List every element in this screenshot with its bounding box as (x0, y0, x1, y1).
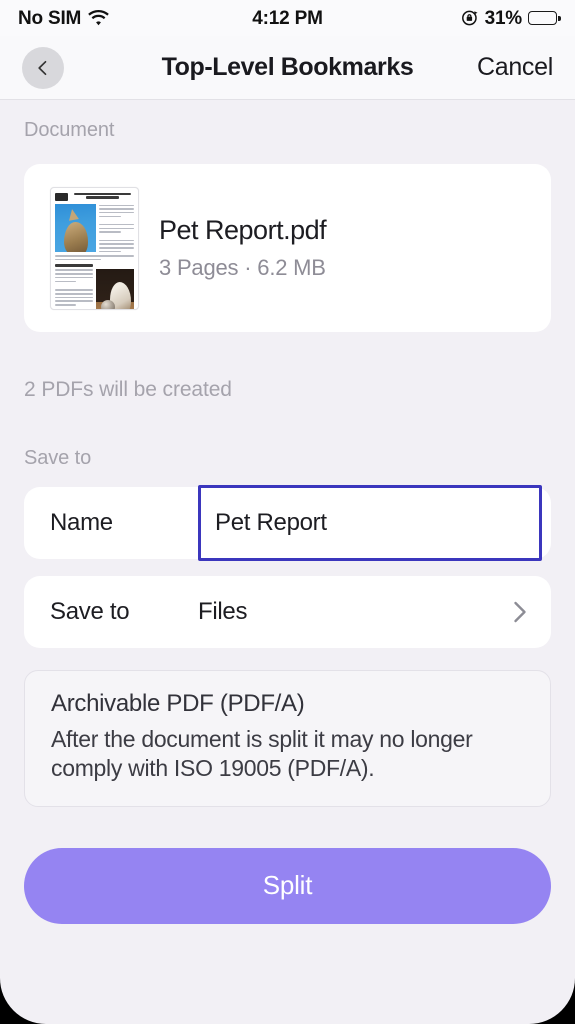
info-box-text: After the document is split it may no lo… (51, 726, 473, 782)
carrier-label: No SIM (18, 7, 82, 29)
split-button[interactable]: Split (24, 847, 551, 924)
document-card[interactable]: Pet Report.pdf 3 Pages · 6.2 MB (24, 164, 551, 332)
status-bar: No SIM 4:12 PM 31% (0, 0, 575, 36)
rotation-lock-icon (461, 9, 479, 27)
name-row: Name (24, 485, 551, 561)
document-file-name: Pet Report.pdf (159, 215, 327, 245)
main-content: Document Pet Report.pdf 3 Pages · 6.2 MB… (0, 101, 575, 1024)
document-section-label: Document (24, 119, 115, 141)
save-destination-value: Files (198, 598, 248, 625)
document-meta: Pet Report.pdf 3 Pages · 6.2 MB (159, 215, 327, 281)
info-box-title: Archivable PDF (PDF/A) (51, 690, 305, 717)
save-section-label: Save to (24, 447, 92, 469)
status-bar-center: 4:12 PM (252, 7, 323, 29)
clock-label: 4:12 PM (252, 7, 323, 29)
name-row-label: Name (50, 509, 113, 536)
archivable-pdf-info-box: Archivable PDF (PDF/A) After the documen… (24, 670, 551, 807)
output-count-note: 2 PDFs will be created (24, 378, 232, 401)
phone-screen: No SIM 4:12 PM 31% Top-Level Bookmarks C… (0, 0, 575, 1024)
chevron-right-icon (513, 601, 527, 623)
pdf-page-thumbnail-icon (50, 186, 139, 310)
battery-percent-label: 31% (484, 7, 523, 29)
document-file-meta: 3 Pages · 6.2 MB (159, 255, 326, 280)
status-bar-left: No SIM (18, 9, 252, 28)
wifi-icon (88, 10, 109, 26)
status-bar-right: 31% (323, 7, 561, 29)
navigation-bar: Top-Level Bookmarks Cancel (0, 36, 575, 100)
battery-icon (528, 11, 561, 25)
cancel-button[interactable]: Cancel (477, 53, 553, 82)
save-destination-row[interactable]: Save to Files (24, 576, 551, 648)
save-destination-label: Save to (50, 598, 130, 625)
name-input[interactable] (198, 485, 542, 561)
